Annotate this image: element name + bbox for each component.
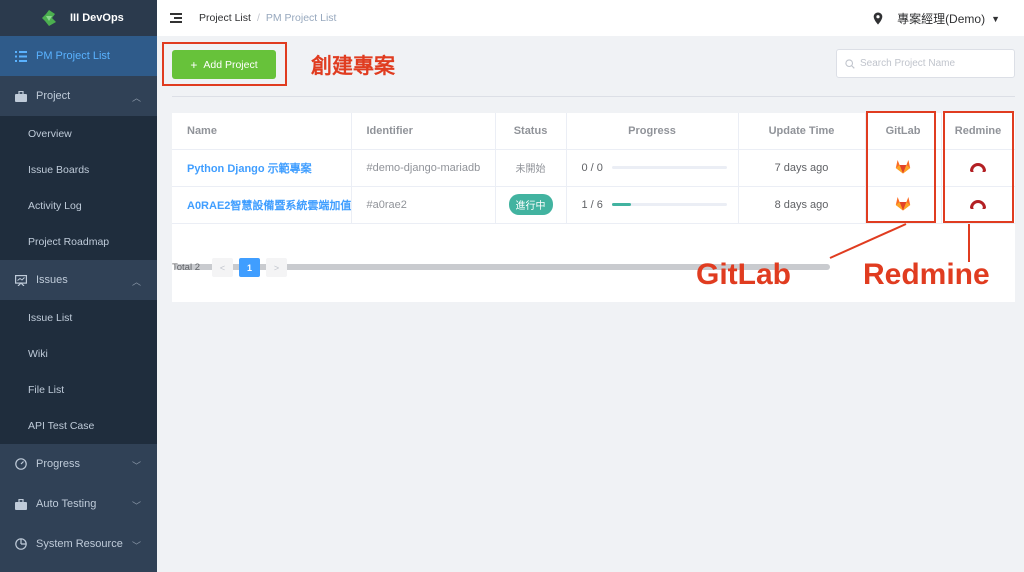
annotation-redmine: Redmine xyxy=(863,258,990,291)
annotation-gitlab: GitLab xyxy=(696,258,791,291)
